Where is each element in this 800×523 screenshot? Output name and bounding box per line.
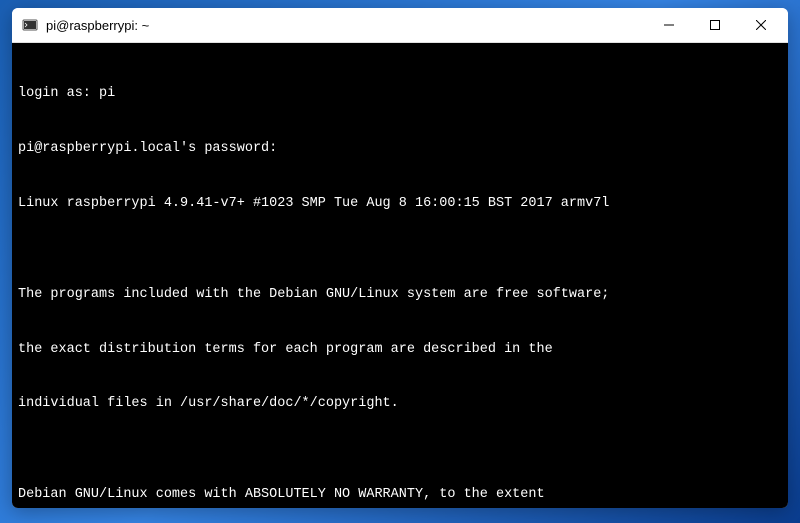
terminal-output[interactable]: login as: pi pi@raspberrypi.local's pass… <box>12 43 788 508</box>
window-controls <box>646 9 784 41</box>
minimize-button[interactable] <box>646 9 692 41</box>
app-icon <box>22 17 38 33</box>
maximize-button[interactable] <box>692 9 738 41</box>
terminal-line: Linux raspberrypi 4.9.41-v7+ #1023 SMP T… <box>18 195 782 213</box>
terminal-line: pi@raspberrypi.local's password: <box>18 140 782 158</box>
title-bar: pi@raspberrypi: ~ <box>12 8 788 43</box>
terminal-line: individual files in /usr/share/doc/*/cop… <box>18 395 782 413</box>
terminal-line: login as: pi <box>18 85 782 103</box>
terminal-window: pi@raspberrypi: ~ login as: pi pi@raspbe… <box>12 8 788 508</box>
terminal-line: The programs included with the Debian GN… <box>18 286 782 304</box>
window-title: pi@raspberrypi: ~ <box>46 18 646 33</box>
close-button[interactable] <box>738 9 784 41</box>
terminal-line: Debian GNU/Linux comes with ABSOLUTELY N… <box>18 486 782 504</box>
terminal-line: the exact distribution terms for each pr… <box>18 341 782 359</box>
